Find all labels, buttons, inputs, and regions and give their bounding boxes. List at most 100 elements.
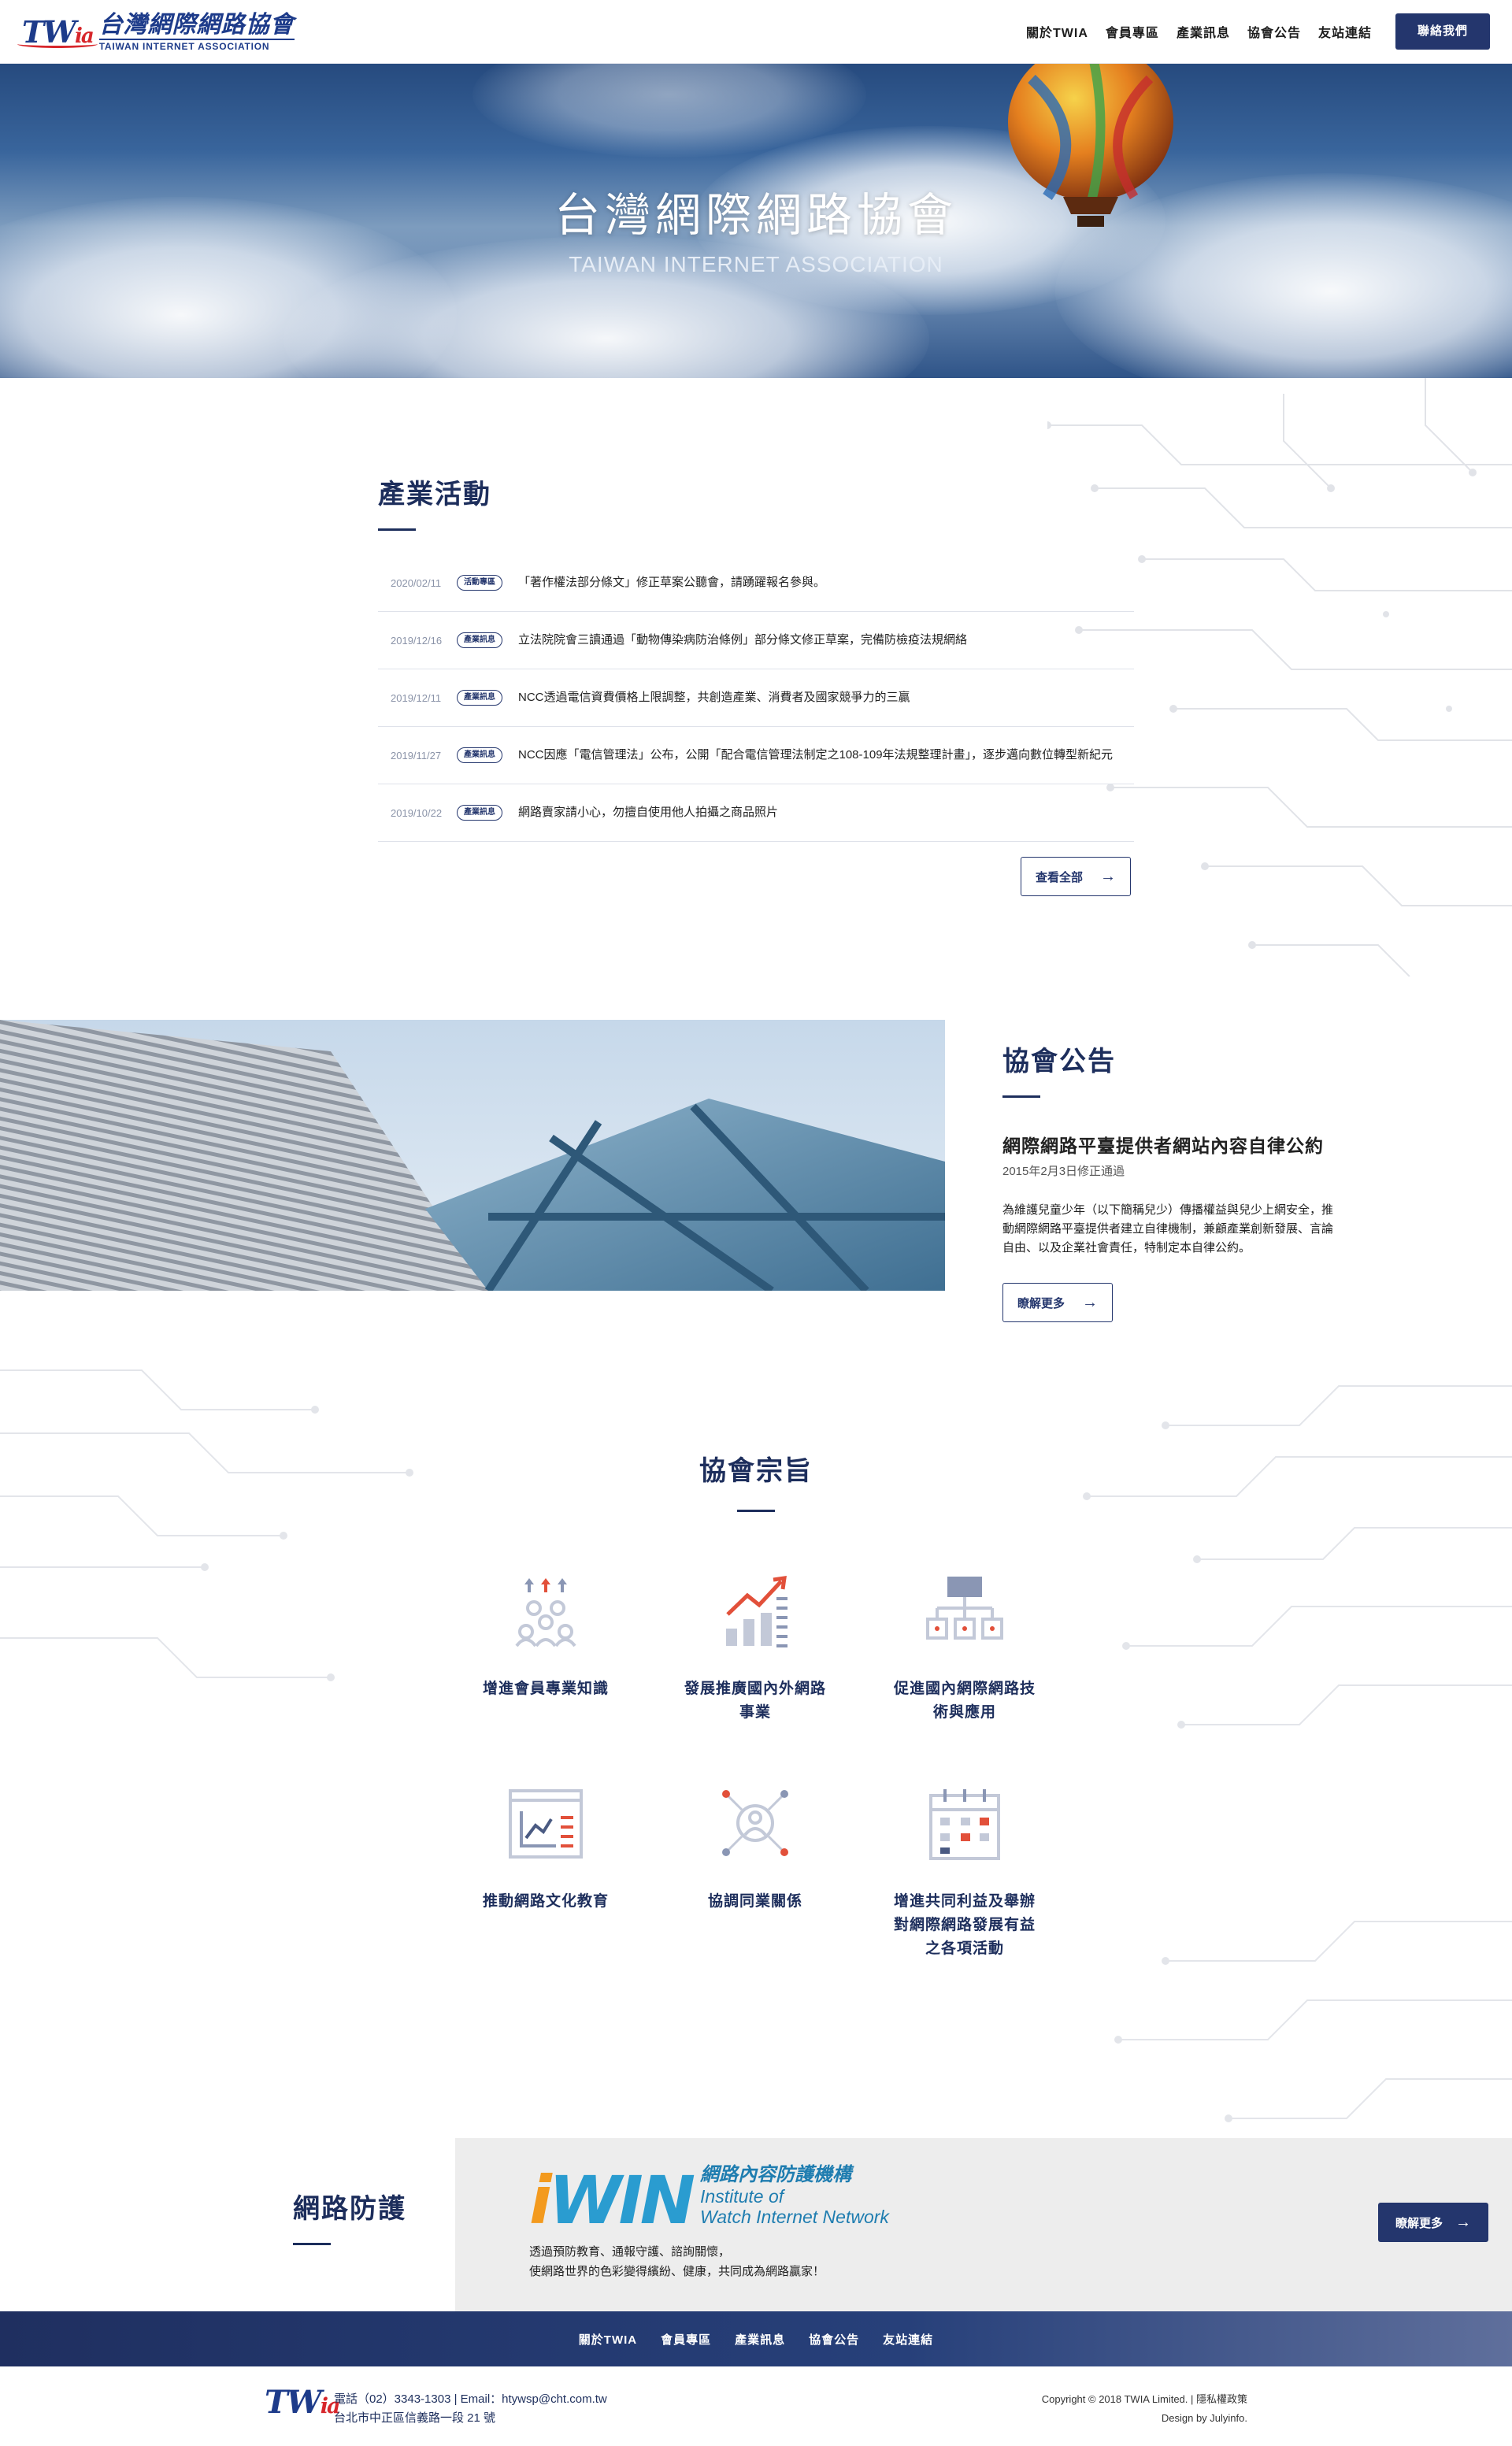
mission-item: 協調同業關係 <box>650 1780 860 1961</box>
mission-title: 協會宗旨 <box>699 1455 813 1487</box>
iwin-english-name-1: Institute of <box>700 2186 784 2207</box>
site-footer: TWia 電話（02）3343-1303 | Email：htywsp@cht.… <box>0 2366 1512 2446</box>
title-underline <box>378 528 416 531</box>
view-all-button[interactable]: 查看全部 → <box>1021 857 1132 896</box>
mission-label: 促進國內網際網路技術與應用 <box>894 1681 1036 1721</box>
mission-label: 協調同業關係 <box>707 1893 802 1910</box>
hero-subtitle: TAIWAN INTERNET ASSOCIATION <box>569 252 943 276</box>
announcement-headline[interactable]: 網際網路平臺提供者網站內容自律公約 <box>1002 1131 1333 1158</box>
announcement-date: 2015年2月3日修正通過 <box>1002 1165 1125 1178</box>
address: 台北市中正區信義路一段 21 號 <box>334 2411 496 2425</box>
hero-title: 台灣網際網路協會 <box>554 188 958 242</box>
nav-about[interactable]: 關於TWIA <box>1026 22 1088 41</box>
copyright-text[interactable]: Copyright © 2018 TWIA Limited. | 隱私權政策 <box>1042 2390 1247 2409</box>
site-header: TWia 台灣網際網路協會 TAIWAN INTERNET ASSOCIATIO… <box>0 0 1512 63</box>
hero-banner: 台灣網際網路協會 TAIWAN INTERNET ASSOCIATION <box>0 63 1512 378</box>
mission-label: 推動網路文化教育 <box>482 1893 609 1910</box>
event-tag: 產業訊息 <box>457 690 502 706</box>
logo-chinese-name: 台灣網際網路協會 <box>98 10 295 39</box>
nav-industry-news[interactable]: 產業訊息 <box>1177 22 1230 41</box>
title-underline <box>737 1510 775 1512</box>
internet-protection-section: 網路防護 iWIN 網路內容防護機構 Institute of Watch In… <box>0 2138 1512 2311</box>
phone-email: 電話（02）3343-1303 | Email：htywsp@cht.com.t… <box>334 2392 607 2406</box>
arrow-right-icon: → <box>1100 867 1117 885</box>
announcement-section: 協會公告 網際網路平臺提供者網站內容自律公約 2015年2月3日修正通過 為維護… <box>1002 1040 1333 1322</box>
learn-more-label: 瞭解更多 <box>1017 1296 1065 1310</box>
industry-events-section: 產業活動 2020/02/11 活動專區 「著作權法部分條文」修正草案公聽會，請… <box>378 378 1134 1016</box>
footer-logo[interactable]: TWia <box>265 2384 340 2421</box>
event-date: 2019/12/16 <box>391 634 443 647</box>
event-date: 2019/10/22 <box>391 806 443 819</box>
calendar-icon <box>929 1789 1000 1860</box>
mission-label: 增進共同利益及舉辦對網際網路發展有益之各項活動 <box>894 1893 1036 1957</box>
contact-button[interactable]: 聯絡我們 <box>1395 13 1490 50</box>
event-date: 2019/11/27 <box>391 749 442 762</box>
iwin-english-name-2: Watch Internet Network <box>700 2207 889 2227</box>
arrow-right-icon: → <box>1082 1293 1099 1311</box>
logo-mark: TWia <box>17 14 98 50</box>
main-nav: 關於TWIA 會員專區 產業訊息 協會公告 友站連結 聯絡我們 <box>1026 13 1490 50</box>
iwin-logo[interactable]: iWIN 網路內容防護機構 Institute of Watch Interne… <box>529 2159 889 2233</box>
mission-label: 發展推廣國內外網路事業 <box>684 1681 827 1721</box>
event-title[interactable]: 立法院院會三讀通過「動物傳染病防治條例」部分條文修正草案，完備防檢疫法規網絡 <box>518 631 1117 650</box>
site-logo[interactable]: TWia 台灣網際網路協會 TAIWAN INTERNET ASSOCIATIO… <box>17 10 295 52</box>
logo-english-name: TAIWAN INTERNET ASSOCIATION <box>98 38 295 52</box>
mission-label: 增進會員專業知識 <box>482 1681 609 1697</box>
design-credit: Design by Julyinfo. <box>1161 2412 1247 2424</box>
mission-item: 增進共同利益及舉辦對網際網路發展有益之各項活動 <box>860 1780 1069 1961</box>
footer-nav-about[interactable]: 關於TWIA <box>579 2331 637 2348</box>
iwin-description: 透過預防教育、通報守護、諮詢關懷， 使網路世界的色彩變得繽紛、健康，共同成為網路… <box>529 2245 825 2278</box>
event-row[interactable]: 2019/11/27 產業訊息 NCC因應「電信管理法」公布，公開「配合電信管理… <box>378 727 1134 784</box>
event-title[interactable]: 「著作權法部分條文」修正草案公聽會，請踴躍報名參與。 <box>518 573 1117 592</box>
mission-item: 促進國內網際網路技術與應用 <box>860 1567 1069 1725</box>
event-date: 2020/02/11 <box>391 576 442 589</box>
mission-item: 增進會員專業知識 <box>441 1567 650 1725</box>
events-title: 產業活動 <box>378 479 491 510</box>
footer-nav-members[interactable]: 會員專區 <box>661 2331 711 2348</box>
event-title[interactable]: 網路賣家請小心，勿擅自使用他人拍攝之商品照片 <box>518 803 1117 822</box>
footer-nav: 關於TWIA 會員專區 產業訊息 協會公告 友站連結 <box>0 2311 1512 2366</box>
title-underline <box>1002 1095 1040 1098</box>
connected-people-icon <box>722 1790 788 1856</box>
event-tag: 產業訊息 <box>457 805 502 821</box>
event-title[interactable]: NCC因應「電信管理法」公布，公開「配合電信管理法制定之108-109年法規整理… <box>518 746 1117 765</box>
events-list: 2020/02/11 活動專區 「著作權法部分條文」修正草案公聽會，請踴躍報名參… <box>378 554 1134 842</box>
network-hierarchy-icon <box>926 1577 1003 1640</box>
contact-info: 電話（02）3343-1303 | Email：htywsp@cht.com.t… <box>334 2390 607 2428</box>
mission-item: 發展推廣國內外網路事業 <box>650 1567 860 1725</box>
nav-links[interactable]: 友站連結 <box>1318 22 1372 41</box>
iwin-chinese-name: 網路內容防護機構 <box>700 2164 852 2185</box>
mission-item: 推動網路文化教育 <box>441 1780 650 1961</box>
arrow-right-icon: → <box>1455 2213 1471 2231</box>
logo-names: 台灣網際網路協會 TAIWAN INTERNET ASSOCIATION <box>98 10 295 52</box>
learn-more-label: 瞭解更多 <box>1395 2216 1443 2230</box>
event-row[interactable]: 2019/10/22 產業訊息 網路賣家請小心，勿擅自使用他人拍攝之商品照片 <box>378 784 1134 842</box>
protect-title: 網路防護 <box>293 2193 406 2225</box>
footer-nav-links[interactable]: 友站連結 <box>883 2331 933 2348</box>
view-all-label: 查看全部 <box>1036 870 1084 884</box>
event-tag: 產業訊息 <box>457 747 502 763</box>
trend-chart-icon <box>726 1576 788 1647</box>
event-row[interactable]: 2020/02/11 活動專區 「著作權法部分條文」修正草案公聽會，請踴躍報名參… <box>378 554 1134 612</box>
announcement-more-button[interactable]: 瞭解更多 → <box>1002 1283 1114 1322</box>
announcement-title: 協會公告 <box>1002 1046 1116 1077</box>
event-tag: 活動專區 <box>457 575 502 591</box>
nav-members[interactable]: 會員專區 <box>1106 22 1159 41</box>
event-tag: 產業訊息 <box>457 632 502 648</box>
iwin-more-button[interactable]: 瞭解更多 → <box>1378 2203 1488 2242</box>
report-chart-icon <box>509 1789 583 1859</box>
iwin-wordmark: iWIN <box>529 2162 695 2239</box>
footer-nav-announcements[interactable]: 協會公告 <box>809 2331 859 2348</box>
event-date: 2019/12/11 <box>391 691 442 704</box>
title-underline <box>293 2243 331 2245</box>
nav-announcements[interactable]: 協會公告 <box>1247 22 1301 41</box>
event-title[interactable]: NCC透過電信資費價格上限調整，共創造產業、消費者及國家競爭力的三贏 <box>518 688 1117 707</box>
announcement-body: 為維護兒童少年（以下簡稱兒少）傳播權益與兒少上網安全，推動網際網路平臺提供者建立… <box>1002 1203 1334 1255</box>
iwin-panel: iWIN 網路內容防護機構 Institute of Watch Interne… <box>455 2138 1512 2311</box>
event-row[interactable]: 2019/12/16 產業訊息 立法院院會三讀通過「動物傳染病防治條例」部分條文… <box>378 612 1134 669</box>
footer-nav-industry-news[interactable]: 產業訊息 <box>735 2331 785 2348</box>
mission-grid: 增進會員專業知識 發展推廣國內外網路事業 促進國內網際網路技術與應用 推動網路文… <box>441 1567 1071 1961</box>
building-photo <box>0 1020 945 1291</box>
event-row[interactable]: 2019/12/11 產業訊息 NCC透過電信資費價格上限調整，共創造產業、消費… <box>378 669 1134 727</box>
copyright: Copyright © 2018 TWIA Limited. | 隱私權政策 D… <box>1042 2390 1247 2428</box>
